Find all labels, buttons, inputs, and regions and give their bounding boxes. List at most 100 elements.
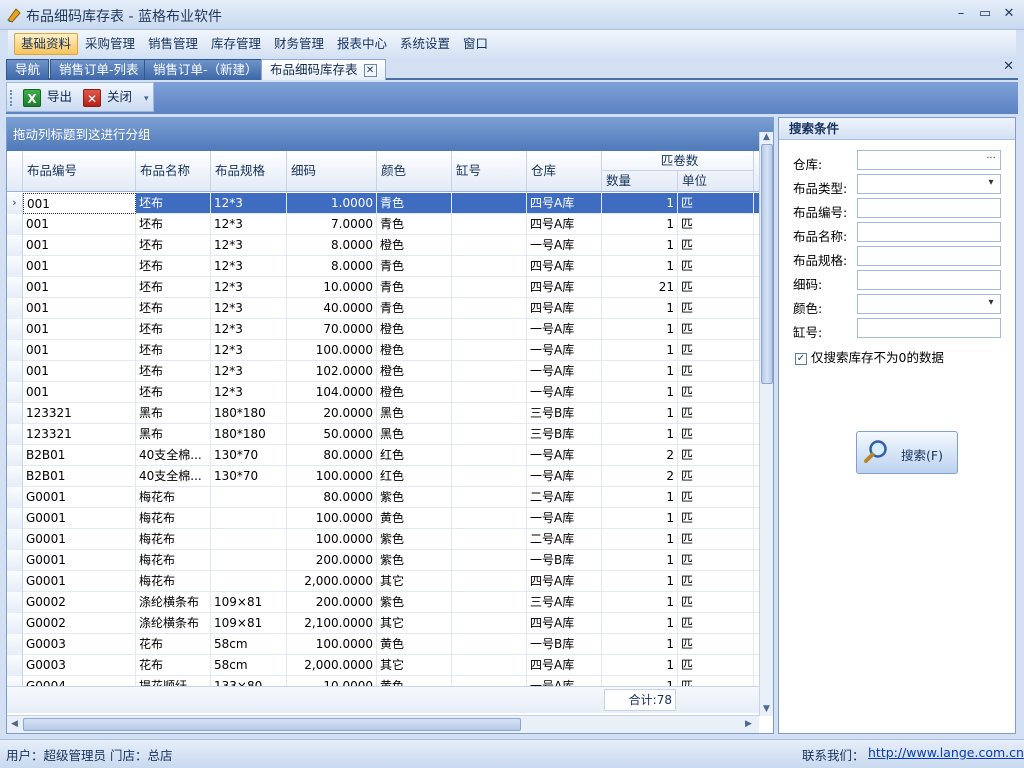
cell-qty[interactable]: 2	[602, 466, 678, 487]
search-button[interactable]: 搜索(F)	[856, 431, 958, 474]
cell-unit[interactable]: 匹	[678, 445, 754, 466]
chevron-down-icon[interactable]: ▾	[983, 296, 999, 312]
cell-unit[interactable]: 匹	[678, 214, 754, 235]
cell-qty[interactable]: 1	[602, 319, 678, 340]
table-row[interactable]: G0003 花布 58cm 100.0000 黄色 一号B库 1 匹	[7, 634, 759, 655]
menu-inventory[interactable]: 库存管理	[205, 33, 267, 55]
cell-spec[interactable]: 58cm	[211, 634, 287, 655]
cell-color[interactable]: 紫色	[377, 550, 452, 571]
cell-name[interactable]: 坯布	[136, 319, 211, 340]
cell-qty[interactable]: 1	[602, 550, 678, 571]
cell-fine-code[interactable]: 10.0000	[287, 277, 377, 298]
restore-button[interactable]: ▭	[974, 4, 996, 24]
col-header-vat[interactable]: 缸号	[452, 151, 527, 191]
cell-code[interactable]: B2B01	[23, 445, 136, 466]
cell-name[interactable]: 坯布	[136, 235, 211, 256]
cell-name[interactable]: 花布	[136, 655, 211, 676]
cell-fine-code[interactable]: 2,000.0000	[287, 655, 377, 676]
cell-fine-code[interactable]: 102.0000	[287, 361, 377, 382]
row-indicator[interactable]	[7, 571, 23, 592]
cell-qty[interactable]: 1	[602, 508, 678, 529]
cell-color[interactable]: 橙色	[377, 235, 452, 256]
website-link[interactable]: http://www.lange.com.cn	[868, 745, 1024, 760]
cell-color[interactable]: 紫色	[377, 529, 452, 550]
menu-settings[interactable]: 系统设置	[394, 33, 456, 55]
cell-unit[interactable]: 匹	[678, 235, 754, 256]
table-row[interactable]: 001 坯布 12*3 8.0000 橙色 一号A库 1 匹	[7, 235, 759, 256]
cell-color[interactable]: 黄色	[377, 508, 452, 529]
cell-vat[interactable]	[452, 655, 527, 676]
cell-warehouse[interactable]: 四号A库	[527, 298, 602, 319]
horizontal-scrollbar[interactable]: ◀ ▶	[7, 715, 759, 733]
fine-code-input[interactable]	[857, 270, 1001, 290]
cell-fine-code[interactable]: 2,100.0000	[287, 613, 377, 634]
cell-code[interactable]: G0003	[23, 655, 136, 676]
cell-unit[interactable]: 匹	[678, 613, 754, 634]
cell-color[interactable]: 橙色	[377, 340, 452, 361]
cell-spec[interactable]: 133×80	[211, 676, 287, 686]
cell-color[interactable]: 红色	[377, 466, 452, 487]
cell-unit[interactable]: 匹	[678, 466, 754, 487]
cell-color[interactable]: 紫色	[377, 592, 452, 613]
cell-spec[interactable]: 12*3	[211, 193, 287, 214]
cell-unit[interactable]: 匹	[678, 340, 754, 361]
cell-color[interactable]: 青色	[377, 298, 452, 319]
fabric-spec-input[interactable]	[857, 246, 1001, 266]
cell-spec[interactable]	[211, 550, 287, 571]
cell-color[interactable]: 黄色	[377, 676, 452, 686]
cell-name[interactable]: 坯布	[136, 214, 211, 235]
cell-name[interactable]: 梅花布	[136, 550, 211, 571]
scroll-down-icon[interactable]: ▼	[763, 704, 770, 714]
fabric-code-input[interactable]	[857, 198, 1001, 218]
cell-code[interactable]: G0001	[23, 571, 136, 592]
cell-fine-code[interactable]: 200.0000	[287, 592, 377, 613]
cell-vat[interactable]	[452, 613, 527, 634]
row-indicator[interactable]	[7, 445, 23, 466]
cell-code[interactable]: 001	[23, 214, 136, 235]
cell-vat[interactable]	[452, 235, 527, 256]
cell-color[interactable]: 其它	[377, 613, 452, 634]
table-row[interactable]: 001 坯布 12*3 7.0000 青色 四号A库 1 匹	[7, 214, 759, 235]
cell-fine-code[interactable]: 200.0000	[287, 550, 377, 571]
scroll-right-icon[interactable]: ▶	[745, 719, 752, 729]
cell-unit[interactable]: 匹	[678, 403, 754, 424]
cell-name[interactable]: 坯布	[136, 298, 211, 319]
cell-qty[interactable]: 1	[602, 382, 678, 403]
cell-warehouse[interactable]: 一号A库	[527, 676, 602, 686]
cell-spec[interactable]: 130*70	[211, 466, 287, 487]
cell-code[interactable]: 001	[23, 340, 136, 361]
row-indicator[interactable]	[7, 298, 23, 319]
cell-code[interactable]: 001	[23, 256, 136, 277]
cell-color[interactable]: 黄色	[377, 634, 452, 655]
table-row[interactable]: 123321 黑布 180*180 50.0000 黑色 三号B库 1 匹	[7, 424, 759, 445]
cell-warehouse[interactable]: 四号A库	[527, 655, 602, 676]
cell-qty[interactable]: 1	[602, 655, 678, 676]
cell-name[interactable]: 坯布	[136, 361, 211, 382]
cell-spec[interactable]: 12*3	[211, 382, 287, 403]
row-indicator[interactable]	[7, 613, 23, 634]
toolbar-grip[interactable]	[10, 90, 12, 106]
cell-vat[interactable]	[452, 508, 527, 529]
cell-code[interactable]: G0001	[23, 529, 136, 550]
row-indicator[interactable]	[7, 361, 23, 382]
cell-unit[interactable]: 匹	[678, 277, 754, 298]
row-indicator[interactable]	[7, 340, 23, 361]
cell-fine-code[interactable]: 100.0000	[287, 340, 377, 361]
table-row[interactable]: 001 坯布 12*3 100.0000 橙色 一号A库 1 匹	[7, 340, 759, 361]
cell-warehouse[interactable]: 一号B库	[527, 634, 602, 655]
col-header-unit[interactable]: 单位	[678, 171, 754, 191]
cell-color[interactable]: 黑色	[377, 424, 452, 445]
cell-spec[interactable]: 12*3	[211, 319, 287, 340]
menu-purchase[interactable]: 采购管理	[79, 33, 141, 55]
cell-unit[interactable]: 匹	[678, 487, 754, 508]
cell-vat[interactable]	[452, 487, 527, 508]
cell-name[interactable]: 梅花布	[136, 571, 211, 592]
cell-warehouse[interactable]: 一号A库	[527, 445, 602, 466]
cell-name[interactable]: 40支全棉...	[136, 445, 211, 466]
cell-color[interactable]: 紫色	[377, 487, 452, 508]
cell-color[interactable]: 青色	[377, 256, 452, 277]
row-indicator[interactable]	[7, 466, 23, 487]
col-header-code[interactable]: 布品编号	[23, 151, 136, 191]
table-row[interactable]: G0001 梅花布 2,000.0000 其它 四号A库 1 匹	[7, 571, 759, 592]
cell-fine-code[interactable]: 7.0000	[287, 214, 377, 235]
